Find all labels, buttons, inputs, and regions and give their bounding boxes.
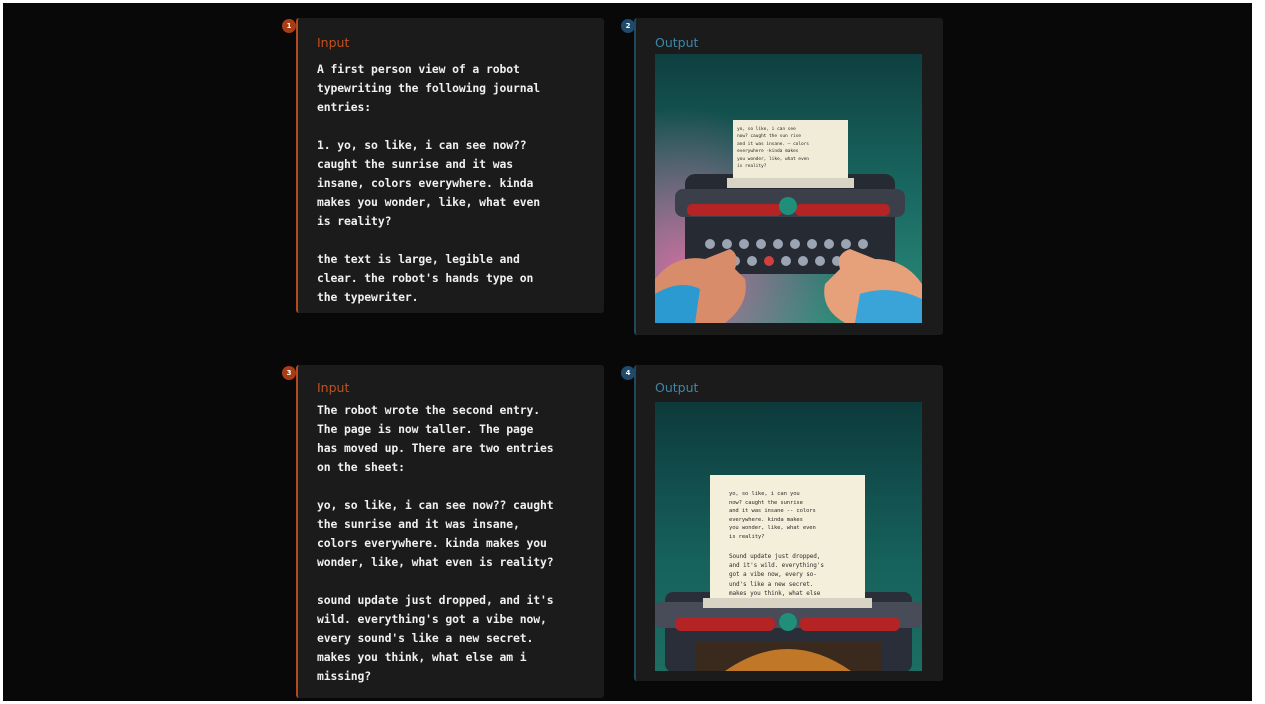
- output-label-4: Output: [655, 380, 699, 395]
- paper-text-2b: Sound update just dropped, and it's wild…: [729, 553, 824, 597]
- input-label-3: Input: [317, 380, 350, 395]
- input-label-1: Input: [317, 35, 350, 50]
- input-card-3: Input The robot wrote the second entry. …: [296, 365, 604, 698]
- output-card-4: Output yo, so like, i can you now? caugh…: [634, 365, 943, 681]
- input-card-1: Input A first person view of a robot typ…: [296, 18, 604, 313]
- prompt-text-1: A first person view of a robot typewriti…: [317, 62, 541, 304]
- step-badge-4: 4: [621, 366, 635, 380]
- typewriter-image-2: yo, so like, i can you now? caught the s…: [655, 402, 922, 671]
- step-badge-2: 2: [621, 19, 635, 33]
- output-label-2: Output: [655, 35, 699, 50]
- prompt-text-3: The robot wrote the second entry. The pa…: [317, 403, 554, 683]
- paper-text-2a: yo, so like, i can you now? caught the s…: [729, 491, 816, 540]
- screenshot-frame: Input A first person view of a robot typ…: [3, 3, 1252, 701]
- step-badge-3: 3: [282, 366, 296, 380]
- step-badge-1: 1: [282, 19, 296, 33]
- paper-text-1: yo, so like, i can see now? caught the s…: [737, 127, 809, 170]
- output-card-2: Output yo, so like, i can see now? caugh…: [634, 18, 943, 335]
- typewriter-illustration-1: [655, 54, 922, 323]
- typewriter-image-1: yo, so like, i can see now? caught the s…: [655, 54, 922, 323]
